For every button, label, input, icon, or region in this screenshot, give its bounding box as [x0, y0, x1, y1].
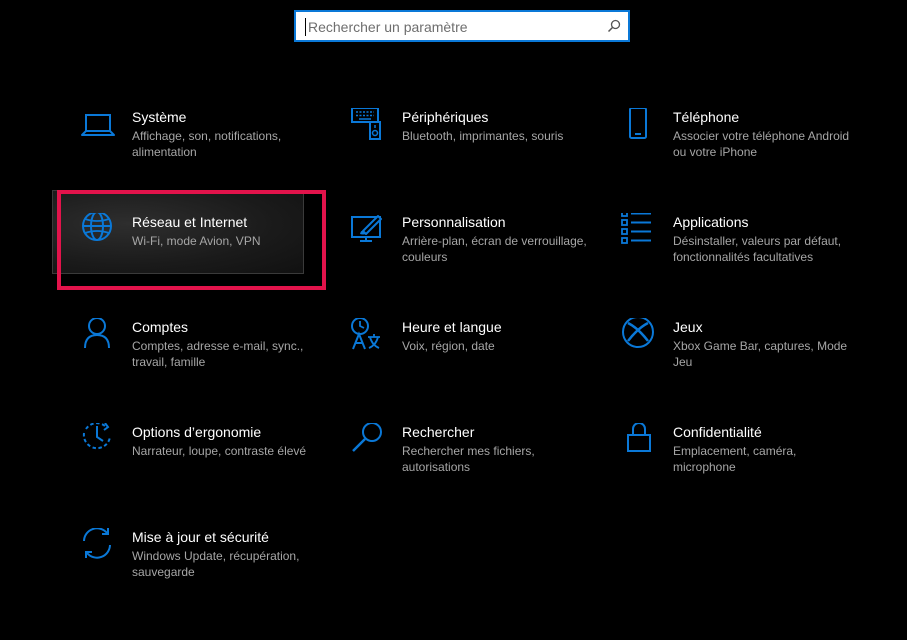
tile-description: Bluetooth, imprimantes, souris	[402, 129, 564, 143]
tile-title: Mise à jour et sécurité	[132, 529, 269, 545]
tile-description: Narrateur, loupe, contraste élevé	[132, 444, 307, 458]
xbox-icon	[621, 318, 657, 354]
tile-description: Windows Update, récupération, sauvegarde	[132, 549, 300, 579]
tile-title: Applications	[673, 214, 749, 230]
search-icon[interactable]	[607, 19, 621, 33]
tile-jeux[interactable]: Jeux Xbox Game Bar, captures, Mode Jeu	[601, 318, 861, 408]
sync-icon	[80, 528, 116, 564]
tile-options-ergonomie[interactable]: Options d’ergonomie Narrateur, loupe, co…	[60, 423, 320, 513]
tile-title: Options d’ergonomie	[132, 424, 262, 440]
tile-description: Associer votre téléphone Android ou votr…	[673, 129, 850, 159]
tile-description: Xbox Game Bar, captures, Mode Jeu	[673, 339, 848, 369]
settings-home: Rechercher un paramètre Système Affichag…	[0, 0, 907, 640]
tile-telephone[interactable]: Téléphone Associer votre téléphone Andro…	[601, 108, 861, 198]
tile-description: Comptes, adresse e-mail, sync., travail,…	[132, 339, 304, 369]
tile-description: Désinstaller, valeurs par défaut, foncti…	[673, 234, 842, 264]
tile-title: Téléphone	[673, 109, 740, 125]
tile-comptes[interactable]: Comptes Comptes, adresse e-mail, sync., …	[60, 318, 320, 408]
text-caret	[305, 18, 306, 36]
tile-mise-a-jour-securite[interactable]: Mise à jour et sécurité Windows Update, …	[60, 528, 320, 618]
tile-title: Système	[132, 109, 187, 125]
ease-of-access-icon	[80, 423, 116, 459]
selection-highlight-box	[57, 190, 326, 290]
search-box[interactable]: Rechercher un paramètre	[294, 10, 630, 42]
lock-icon	[621, 423, 657, 459]
tile-personnalisation[interactable]: Personnalisation Arrière-plan, écran de …	[330, 213, 590, 303]
tile-title: Heure et langue	[402, 319, 502, 335]
tile-title: Confidentialité	[673, 424, 762, 440]
tile-title: Périphériques	[402, 109, 489, 125]
search-icon	[350, 423, 386, 459]
tile-title: Comptes	[132, 319, 189, 335]
time-language-icon	[350, 318, 386, 354]
tile-applications[interactable]: Applications Désinstaller, valeurs par d…	[601, 213, 861, 303]
tile-heure-langue[interactable]: Heure et langue Voix, région, date	[330, 318, 590, 408]
search-input[interactable]: Rechercher un paramètre	[308, 18, 468, 36]
tile-rechercher[interactable]: Rechercher Rechercher mes fichiers, auto…	[330, 423, 590, 513]
paint-icon	[350, 213, 386, 249]
tile-description: Voix, région, date	[402, 339, 495, 353]
tile-systeme[interactable]: Système Affichage, son, notifications, a…	[60, 108, 320, 198]
tile-title: Rechercher	[402, 424, 475, 440]
laptop-icon	[80, 108, 116, 144]
tile-description: Emplacement, caméra, microphone	[673, 444, 797, 474]
tile-description: Arrière-plan, écran de verrouillage, cou…	[402, 234, 587, 264]
tile-description: Rechercher mes fichiers, autorisations	[402, 444, 535, 474]
apps-list-icon	[621, 213, 657, 249]
devices-icon	[350, 108, 386, 144]
tile-peripheriques[interactable]: Périphériques Bluetooth, imprimantes, so…	[330, 108, 590, 198]
tile-title: Jeux	[673, 319, 703, 335]
person-icon	[80, 318, 116, 354]
tile-description: Affichage, son, notifications, alimentat…	[132, 129, 282, 159]
tile-confidentialite[interactable]: Confidentialité Emplacement, caméra, mic…	[601, 423, 861, 513]
tile-title: Personnalisation	[402, 214, 506, 230]
phone-icon	[621, 108, 657, 144]
